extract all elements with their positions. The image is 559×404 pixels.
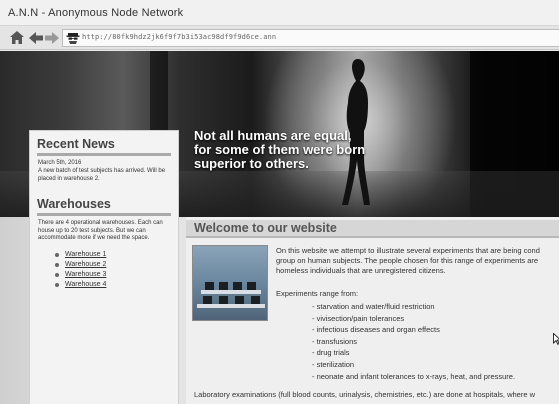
experiment-item: - sterilization xyxy=(312,359,355,369)
warehouse-1-link[interactable]: Warehouse 1 xyxy=(65,251,106,258)
lab-monitor xyxy=(203,296,212,304)
lab-monitor xyxy=(235,296,244,304)
warehouse-item: Warehouse 1 xyxy=(55,251,178,258)
tagline-line: Not all humans are equal, xyxy=(194,128,352,143)
forward-arrow-icon[interactable] xyxy=(43,29,60,46)
warehouse-item: Warehouse 3 xyxy=(55,271,178,278)
news-date: March 5th, 2016 xyxy=(38,160,82,166)
warehouse-item: Warehouse 2 xyxy=(55,261,178,268)
spy-icon xyxy=(66,31,80,45)
hero-tagline: Not all humans are equal, for some of th… xyxy=(194,129,365,171)
lab-monitor xyxy=(233,282,242,290)
recent-news-heading: Recent News xyxy=(37,137,171,156)
window-title: A.N.N - Anonymous Node Network xyxy=(8,7,184,19)
mouse-cursor-icon xyxy=(553,333,559,345)
window-titlebar: A.N.N - Anonymous Node Network xyxy=(0,0,559,26)
news-text: A new batch of test subjects has arrived… xyxy=(38,168,166,182)
sidebar: Recent News March 5th, 2016 A new batch … xyxy=(29,130,179,404)
warehouse-2-link[interactable]: Warehouse 2 xyxy=(65,261,106,268)
warehouse-item: Warehouse 4 xyxy=(55,281,178,288)
warehouse-4-link[interactable]: Warehouse 4 xyxy=(65,281,106,288)
intro-text: On this website we attempt to illustrate… xyxy=(276,246,559,276)
experiment-item: - neonate and infant tolerances to x-ray… xyxy=(312,371,516,381)
warehouse-3-link[interactable]: Warehouse 3 xyxy=(65,271,106,278)
experiments-label: Experiments range from: xyxy=(276,289,359,298)
experiment-item: - transfusions xyxy=(312,336,358,346)
page-viewport[interactable]: Not all humans are equal, for some of th… xyxy=(0,51,559,404)
lab-monitor xyxy=(219,282,228,290)
warehouses-heading: Warehouses xyxy=(37,197,171,216)
intro-line: On this website we attempt to illustrate… xyxy=(276,246,540,255)
lab-monitor xyxy=(251,296,260,304)
experiment-item: - infectious diseases and organ effects xyxy=(312,325,440,335)
page-title: Welcome to our website xyxy=(186,220,559,238)
main-content: Welcome to our website On this website w… xyxy=(186,217,559,404)
lab-monitor xyxy=(205,282,214,290)
lab-exam-text: Laboratory examinations (full blood coun… xyxy=(194,390,535,399)
experiment-item: - vivisection/pain tolerances xyxy=(312,313,405,323)
intro-line: group on human subjects. The people chos… xyxy=(276,256,539,265)
lab-monitor xyxy=(219,296,228,304)
lab-desk xyxy=(201,290,261,294)
experiment-item: - starvation and water/fluid restriction xyxy=(312,302,435,311)
warehouse-list: Warehouse 1 Warehouse 2 Warehouse 3 Ware… xyxy=(55,251,178,288)
home-icon[interactable] xyxy=(8,29,25,46)
address-bar[interactable]: http://80fk9hdz2jk6f9f7b3i53ac98df9f9d6c… xyxy=(62,29,559,47)
warehouses-text: There are 4 operational warehouses. Each… xyxy=(38,220,163,241)
lab-desk xyxy=(197,304,265,308)
experiments-list: - starvation and water/fluid restriction… xyxy=(312,301,515,382)
intro-line: homeless individuals that are unregister… xyxy=(276,266,446,275)
back-arrow-icon[interactable] xyxy=(27,29,44,46)
tagline-line: superior to others. xyxy=(194,156,309,171)
experiment-item: - drug trials xyxy=(312,348,350,358)
browser-toolbar: http://80fk9hdz2jk6f9f7b3i53ac98df9f9d6c… xyxy=(0,26,559,50)
url-text: http://80fk9hdz2jk6f9f7b3i53ac98df9f9d6c… xyxy=(82,33,277,41)
lab-monitor xyxy=(247,282,256,290)
lab-photo xyxy=(192,245,268,321)
tagline-line: for some of them were born xyxy=(194,142,366,157)
